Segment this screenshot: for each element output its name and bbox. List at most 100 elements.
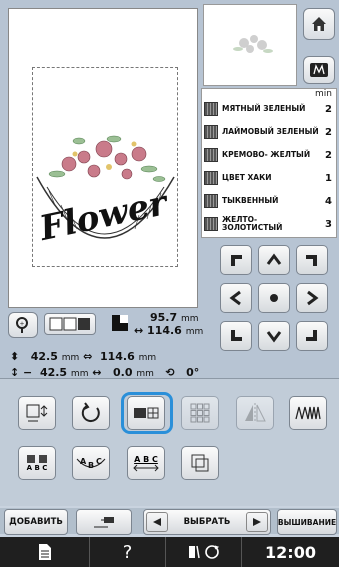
color-minutes: 3 bbox=[325, 218, 332, 230]
zoom-button[interactable]: + bbox=[8, 312, 38, 338]
embroidery-edit-screen: Flower min МЯТНЫЙ ЗЕЛЕНЫЙ 2 ЛАЙМОВЫЙ ЗЕЛ… bbox=[0, 0, 339, 567]
color-name: КРЕМОВО- ЖЕЛТЫЙ bbox=[222, 150, 311, 159]
home-icon bbox=[312, 17, 326, 31]
color-name: ЖЕЛТО- ЗОЛОТИСТЫЙ bbox=[222, 215, 283, 232]
color-name: ТЫКВЕННЫЙ bbox=[222, 196, 279, 205]
move-down-right-button[interactable] bbox=[296, 321, 328, 351]
repeat-button[interactable] bbox=[181, 396, 219, 430]
abc-label: A B C bbox=[26, 464, 48, 472]
text-spacing-button[interactable]: A B C bbox=[18, 446, 56, 480]
home-button[interactable] bbox=[303, 8, 335, 40]
triangle-left-icon bbox=[153, 518, 161, 526]
corner-down-left-icon bbox=[231, 330, 242, 341]
svg-text:B: B bbox=[88, 461, 94, 470]
move-up-right-button[interactable] bbox=[296, 245, 328, 275]
text-spacing-icon: A B C bbox=[25, 454, 49, 472]
thread-swatch-icon bbox=[204, 102, 218, 116]
density-button[interactable] bbox=[289, 396, 327, 430]
move-down-button[interactable] bbox=[258, 321, 290, 351]
color-name: МЯТНЫЙ ЗЕЛЕНЫЙ bbox=[222, 104, 306, 113]
eraser-icon bbox=[94, 517, 114, 528]
color-row[interactable]: ЦВЕТ ХАКИ 1 bbox=[204, 168, 336, 188]
repeat-grid-icon bbox=[190, 403, 210, 423]
magnifier-icon: + bbox=[16, 317, 28, 333]
rotate-button[interactable] bbox=[72, 396, 110, 430]
color-row[interactable]: ЖЕЛТО- ЗОЛОТИСТЫЙ 3 bbox=[204, 214, 336, 234]
text-width-button[interactable]: A B C bbox=[127, 446, 165, 480]
move-up-left-button[interactable] bbox=[220, 245, 252, 275]
thread-swatch-icon bbox=[204, 148, 218, 162]
help-button[interactable]: ? bbox=[90, 537, 166, 567]
pattern-size-icon bbox=[112, 315, 128, 331]
color-minutes: 1 bbox=[325, 172, 332, 184]
resize-icon bbox=[26, 404, 48, 422]
corner-down-right-icon bbox=[306, 330, 317, 341]
document-button[interactable] bbox=[0, 537, 90, 567]
select-prev-button[interactable] bbox=[146, 512, 168, 532]
mirror-button[interactable] bbox=[236, 396, 274, 430]
embroidery-canvas[interactable]: Flower bbox=[8, 8, 198, 308]
thread-swatch-icon bbox=[204, 194, 218, 208]
text-arc-button[interactable]: ABC bbox=[72, 446, 110, 480]
center-dot-icon bbox=[270, 294, 278, 302]
thread-swatch-icon bbox=[204, 171, 218, 185]
add-button[interactable]: ДОБАВИТЬ bbox=[4, 509, 68, 535]
select-control[interactable]: ВЫБРАТЬ bbox=[143, 509, 271, 535]
move-up-button[interactable] bbox=[258, 245, 290, 275]
settings-status-button[interactable] bbox=[166, 537, 242, 567]
mirror-icon bbox=[245, 403, 266, 423]
svg-text:C: C bbox=[96, 457, 102, 466]
triangle-right-icon bbox=[252, 518, 261, 526]
design-preview bbox=[203, 4, 297, 86]
pattern-display-button[interactable] bbox=[44, 313, 96, 335]
chevron-down-icon bbox=[266, 331, 282, 343]
chevron-up-icon bbox=[266, 253, 282, 265]
embroider-button[interactable]: ВЫШИВАНИЕ bbox=[277, 509, 337, 535]
color-name: ЛАЙМОВЫЙ ЗЕЛЕНЫЙ bbox=[222, 127, 319, 136]
min-label: min bbox=[315, 89, 332, 99]
design-text: Flower bbox=[35, 183, 172, 249]
color-minutes: 2 bbox=[325, 126, 332, 138]
thread-swatch-icon bbox=[204, 217, 218, 231]
move-left-button[interactable] bbox=[220, 283, 252, 313]
corner-up-left-icon bbox=[231, 255, 242, 266]
color-minutes: 4 bbox=[325, 195, 332, 207]
size-width: ↔ 114.6 mm bbox=[134, 324, 204, 337]
design-image: Flower bbox=[35, 135, 175, 249]
color-row[interactable]: ТЫКВЕННЫЙ 4 bbox=[204, 191, 336, 211]
move-down-left-button[interactable] bbox=[220, 321, 252, 351]
color-row[interactable]: КРЕМОВО- ЖЕЛТЫЙ 2 bbox=[204, 145, 336, 165]
abc-label: A B C bbox=[134, 454, 158, 464]
color-row[interactable]: ЛАЙМОВЫЙ ЗЕЛЕНЫЙ 2 bbox=[204, 122, 336, 142]
center-button[interactable] bbox=[258, 283, 290, 313]
memory-button[interactable] bbox=[303, 56, 335, 84]
corner-up-right-icon bbox=[306, 255, 317, 266]
border-button[interactable] bbox=[181, 446, 219, 480]
text-arc-icon: ABC bbox=[76, 457, 106, 470]
status-bar: ? 12:00 bbox=[0, 537, 339, 567]
stitch-density-icon bbox=[295, 406, 321, 420]
chevron-left-icon bbox=[229, 290, 241, 306]
color-row[interactable]: МЯТНЫЙ ЗЕЛЕНЫЙ 2 bbox=[204, 99, 336, 119]
thread-swatch-icon bbox=[204, 125, 218, 139]
clock-time: 12:00 bbox=[265, 542, 316, 562]
svg-text:A: A bbox=[80, 457, 87, 466]
delete-button[interactable] bbox=[76, 509, 132, 535]
memory-icon bbox=[310, 63, 328, 77]
select-label: ВЫБРАТЬ bbox=[183, 517, 231, 527]
text-width-icon: A B C bbox=[132, 455, 160, 472]
question-icon: ? bbox=[122, 541, 133, 563]
border-frame-icon bbox=[191, 454, 209, 472]
color-minutes: 2 bbox=[325, 149, 332, 161]
svg-text:+: + bbox=[19, 321, 24, 328]
move-right-button[interactable] bbox=[296, 283, 328, 313]
color-minutes: 2 bbox=[325, 103, 332, 115]
rotate-icon bbox=[81, 402, 100, 423]
size-height: 95.7 mm bbox=[150, 311, 199, 324]
resize-button[interactable] bbox=[18, 396, 56, 430]
thread-color-list[interactable]: min МЯТНЫЙ ЗЕЛЕНЫЙ 2 ЛАЙМОВЫЙ ЗЕЛЕНЫЙ 2 … bbox=[201, 88, 337, 238]
selected-highlight bbox=[121, 392, 173, 434]
needle-status-icon bbox=[188, 545, 219, 559]
clock: 12:00 bbox=[242, 537, 339, 567]
select-next-button[interactable] bbox=[245, 512, 268, 532]
